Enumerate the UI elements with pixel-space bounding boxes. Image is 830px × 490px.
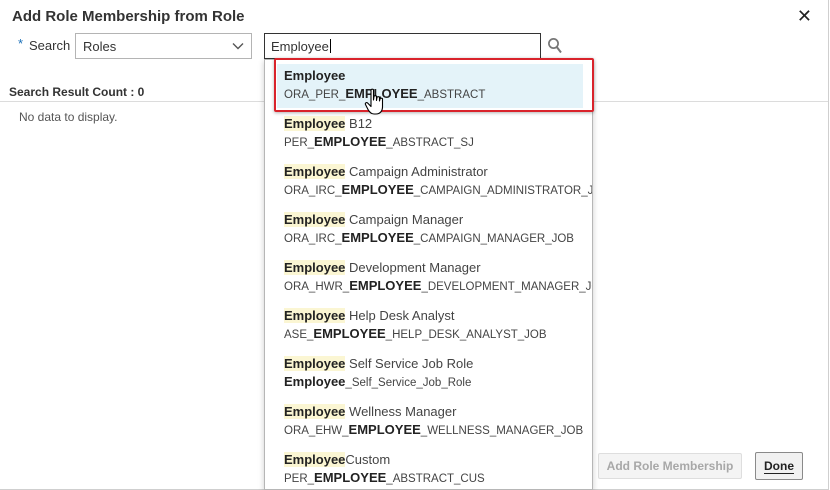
suggestion-name-rest: Development Manager — [345, 260, 481, 275]
suggestion-name: Employee Self Service Job Role — [284, 355, 473, 373]
search-input-value: Employee — [271, 39, 331, 54]
suggestion-code-prefix: PER_ — [284, 473, 315, 485]
suggestion-name: Employee Development Manager — [284, 259, 592, 277]
suggestion-item[interactable]: EmployeeCustom PER_EMPLOYEE_ABSTRACT_CUS — [284, 451, 485, 487]
required-marker: * — [18, 36, 24, 51]
suggestion-name-rest: Campaign Administrator — [345, 164, 488, 179]
suggestion-name-rest: B12 — [345, 116, 373, 131]
suggestion-name-rest: Wellness Manager — [345, 404, 457, 419]
done-button[interactable]: Done — [755, 452, 803, 480]
suggestion-name-match: Employee — [284, 308, 346, 323]
dialog-title: Add Role Membership from Role — [12, 8, 245, 25]
suggestion-name-match: Employee — [284, 116, 346, 131]
suggestion-item[interactable]: Employee Wellness Manager ORA_EHW_EMPLOYE… — [284, 403, 583, 439]
suggestion-code: PER_EMPLOYEE_ABSTRACT_CUS — [284, 469, 485, 487]
chevron-down-icon[interactable] — [231, 39, 245, 53]
suggestion-code-suffix: _ABSTRACT_CUS — [386, 473, 485, 485]
search-label: Search — [29, 38, 71, 53]
suggestion-name: Employee B12 — [284, 115, 474, 133]
annotation-highlight-box — [274, 58, 594, 112]
suggestion-name-match: Employee — [284, 452, 346, 467]
suggestion-code-prefix: PER_ — [284, 137, 315, 149]
suggestion-name-match: Employee — [284, 356, 346, 371]
suggestion-code-prefix: ORA_EHW_ — [284, 425, 349, 437]
suggestion-name-match: Employee — [284, 260, 346, 275]
magnifier-icon[interactable] — [547, 37, 563, 55]
suggestion-name-match: Employee — [284, 164, 346, 179]
suggestion-name: Employee Help Desk Analyst — [284, 307, 547, 325]
suggestion-code-match: EMPLOYEE — [314, 470, 387, 485]
suggestion-code-match: Employee — [284, 374, 346, 389]
suggestion-code-match: EMPLOYEE — [314, 134, 387, 149]
suggestion-dropdown: Employee ORA_PER_EMPLOYEE_ABSTRACT Employe… — [264, 59, 593, 490]
suggestion-code-suffix: _CAMPAIGN_ADMINISTRATOR_JOB — [413, 185, 593, 197]
suggestion-name-rest: Self Service Job Role — [345, 356, 474, 371]
search-input[interactable]: Employee — [264, 33, 541, 59]
close-icon[interactable]: ✕ — [797, 6, 812, 26]
suggestion-item[interactable]: Employee Self Service Job Role Employee_S… — [284, 355, 473, 391]
suggestion-code-match: EMPLOYEE — [348, 422, 421, 437]
suggestion-item[interactable]: Employee B12 PER_EMPLOYEE_ABSTRACT_SJ — [284, 115, 474, 151]
suggestion-name-rest: Help Desk Analyst — [345, 308, 455, 323]
suggestion-item[interactable]: Employee Development Manager ORA_HWR_EMPL… — [284, 259, 593, 295]
suggestion-code-match: EMPLOYEE — [313, 326, 386, 341]
suggestion-code-suffix: _CAMPAIGN_MANAGER_JOB — [413, 233, 574, 245]
search-result-count: Search Result Count : 0 — [9, 85, 145, 99]
empty-results-message: No data to display. — [19, 110, 118, 124]
suggestion-code-suffix: _HELP_DESK_ANALYST_JOB — [385, 329, 547, 341]
suggestion-code-suffix: _DEVELOPMENT_MANAGER_JOB — [421, 281, 593, 293]
suggestion-code-match: EMPLOYEE — [341, 182, 414, 197]
suggestion-code: ORA_IRC_EMPLOYEE_CAMPAIGN_ADMINISTRATOR_… — [284, 181, 593, 199]
hand-pointer-icon — [364, 88, 384, 115]
add-role-membership-button[interactable]: Add Role Membership — [598, 453, 742, 479]
suggestion-code-prefix: ASE_ — [284, 329, 314, 341]
suggestion-name-match: Employee — [284, 404, 346, 419]
suggestion-name: EmployeeCustom — [284, 451, 485, 469]
suggestion-code-prefix: ORA_HWR_ — [284, 281, 350, 293]
suggestion-name-rest: Campaign Manager — [345, 212, 464, 227]
suggestion-name: Employee Campaign Manager — [284, 211, 574, 229]
suggestion-code-suffix: _WELLNESS_MANAGER_JOB — [420, 425, 584, 437]
suggestion-item[interactable]: Employee Campaign Administrator ORA_IRC_E… — [284, 163, 593, 199]
suggestion-code-prefix: ORA_IRC_ — [284, 233, 342, 245]
suggestion-code: Employee_Self_Service_Job_Role — [284, 373, 473, 391]
suggestion-name: Employee Wellness Manager — [284, 403, 583, 421]
suggestion-name-match: Employee — [284, 212, 346, 227]
suggestion-code-match: EMPLOYEE — [349, 278, 422, 293]
done-label: Done — [764, 459, 794, 474]
suggestion-code: ORA_HWR_EMPLOYEE_DEVELOPMENT_MANAGER_JOB — [284, 277, 593, 295]
suggestion-code: ORA_IRC_EMPLOYEE_CAMPAIGN_MANAGER_JOB — [284, 229, 574, 247]
search-category-value: Roles — [83, 39, 117, 54]
search-category-select[interactable]: Roles — [75, 33, 252, 59]
suggestion-code-suffix: _Self_Service_Job_Role — [345, 377, 472, 389]
suggestion-code: PER_EMPLOYEE_ABSTRACT_SJ — [284, 133, 474, 151]
suggestion-code-match: EMPLOYEE — [341, 230, 414, 245]
suggestion-name-rest: Custom — [345, 452, 391, 467]
suggestion-code-prefix: ORA_IRC_ — [284, 185, 342, 197]
suggestion-item[interactable]: Employee Help Desk Analyst ASE_EMPLOYEE_H… — [284, 307, 547, 343]
suggestion-code: ASE_EMPLOYEE_HELP_DESK_ANALYST_JOB — [284, 325, 547, 343]
suggestion-item[interactable]: Employee Campaign Manager ORA_IRC_EMPLOYE… — [284, 211, 574, 247]
suggestion-code: ORA_EHW_EMPLOYEE_WELLNESS_MANAGER_JOB — [284, 421, 583, 439]
suggestion-name: Employee Campaign Administrator — [284, 163, 592, 181]
suggestion-code-suffix: _ABSTRACT_SJ — [386, 137, 474, 149]
